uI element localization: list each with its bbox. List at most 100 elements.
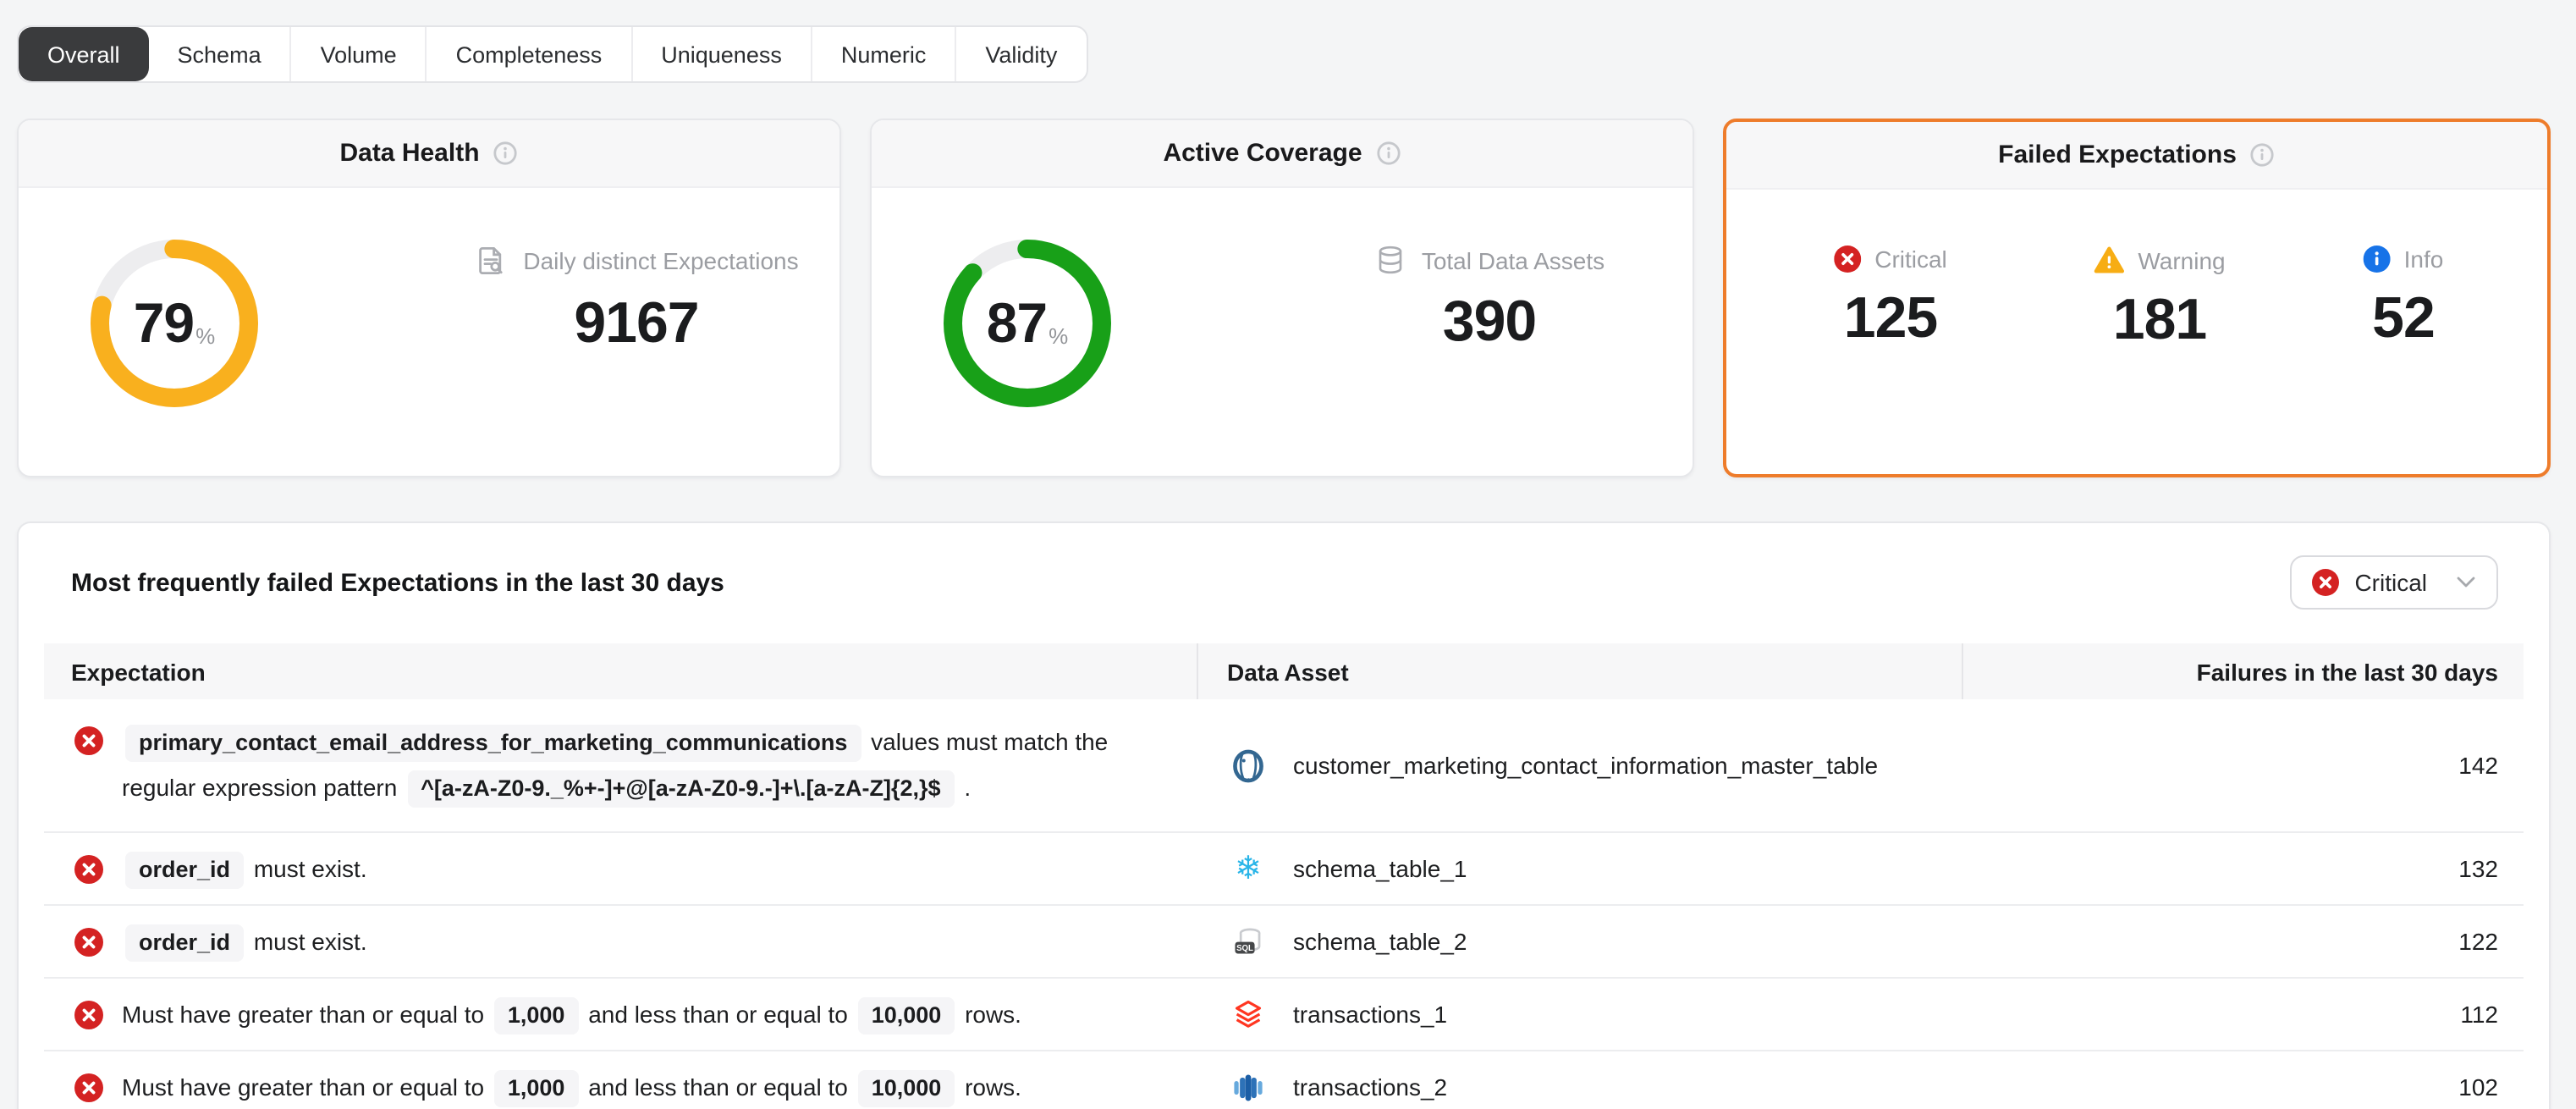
stat-value: 181 (2113, 288, 2206, 354)
column-name-chip: order_id (125, 924, 244, 961)
expectation-description: order_id must exist. (122, 919, 384, 964)
table-row[interactable]: order_id must exist. SQL schema_table_2 … (44, 904, 2524, 977)
value-chip: 10,000 (858, 996, 955, 1034)
table-row[interactable]: Must have greater than or equal to 1,000… (44, 1050, 2524, 1109)
table-row[interactable]: primary_contact_email_address_for_market… (44, 699, 2524, 831)
failures-cell: 112 (1962, 979, 2524, 1050)
data-asset-name: transactions_2 (1293, 1073, 1447, 1101)
data-asset-name: customer_marketing_contact_information_m… (1293, 752, 1878, 779)
database-icon (1374, 244, 1406, 276)
redshift-icon (1230, 1069, 1266, 1105)
failed-expectations-header: Failed Expectations (1726, 122, 2547, 190)
data-asset-cell: transactions_2 (1197, 1051, 1962, 1109)
data-asset-cell: transactions_1 (1197, 979, 1962, 1050)
critical-icon (74, 1000, 103, 1029)
tab-numeric[interactable]: Numeric (811, 27, 955, 81)
active-coverage-card: Active Coverage 87 % (870, 119, 1694, 477)
column-header-expectation: Expectation (44, 643, 1197, 699)
total-data-assets-stat: Total Data Assets 390 (1286, 244, 1693, 356)
failures-cell: 102 (1962, 1051, 2524, 1109)
table-row[interactable]: order_id must exist. ❄ schema_table_1 13… (44, 831, 2524, 904)
tab-schema[interactable]: Schema (149, 27, 290, 81)
data-asset-cell: customer_marketing_contact_information_m… (1197, 699, 1962, 831)
critical-icon (74, 1073, 103, 1101)
card-title: Active Coverage (1163, 139, 1362, 168)
failures-cell: 122 (1962, 906, 2524, 977)
stat-label-row: Warning (2094, 246, 2225, 274)
stat-label-row: Total Data Assets (1374, 244, 1604, 276)
critical-stat: Critical 125 (1834, 246, 1947, 352)
stat-value: 9167 (574, 291, 698, 357)
value-chip: 1,000 (494, 1069, 579, 1106)
severity-filter-dropdown[interactable]: Critical (2290, 555, 2498, 610)
stat-label: Critical (1874, 246, 1947, 273)
gauge-value: 79 % (90, 239, 259, 408)
section-title: Most frequently failed Expectations in t… (71, 568, 724, 597)
stat-label-row: Critical (1834, 246, 1947, 273)
info-icon[interactable] (493, 141, 519, 166)
data-health-header: Data Health (19, 120, 839, 188)
data-health-body: 79 % (19, 188, 839, 476)
snowflake-icon: ❄ (1230, 851, 1266, 886)
value-chip: 10,000 (858, 1069, 955, 1106)
column-name-chip: order_id (125, 851, 244, 888)
stat-label: Info (2404, 246, 2444, 273)
metric-tabs: Overall Schema Volume Completeness Uniqu… (17, 25, 1087, 83)
active-coverage-body: 87 % Total Data Assets (872, 188, 1693, 476)
tab-volume[interactable]: Volume (290, 27, 426, 81)
column-name-chip: primary_contact_email_address_for_market… (125, 725, 861, 762)
daily-expectations-stat: Daily distinct Expectations 9167 (433, 244, 839, 357)
kpi-cards-row: Data Health 79 % (17, 119, 2551, 477)
stat-label-row: Daily distinct Expectations (474, 244, 798, 278)
stat-value: 125 (1844, 286, 1937, 352)
gauge-percent-sign: % (1049, 323, 1068, 349)
expectation-description: Must have greater than or equal to 1,000… (122, 991, 1038, 1037)
expectation-cell: order_id must exist. (44, 906, 1197, 977)
stat-label: Daily distinct Expectations (523, 247, 798, 274)
failed-expectations-card: Failed Expectations Critical 125 (1723, 119, 2551, 477)
stat-label-row: Info (2364, 246, 2444, 273)
data-asset-cell: SQL schema_table_2 (1197, 906, 1962, 977)
table-toolbar: Most frequently failed Expectations in t… (71, 523, 2498, 642)
warning-icon (2094, 246, 2124, 274)
card-title: Failed Expectations (1998, 141, 2237, 169)
failures-cell: 142 (1962, 699, 2524, 831)
chevron-down-icon (2456, 576, 2476, 589)
expectation-cell: Must have greater than or equal to 1,000… (44, 979, 1197, 1050)
gauge-number: 79 (134, 291, 194, 356)
stat-value: 52 (2372, 286, 2435, 352)
data-asset-name: schema_table_1 (1293, 855, 1467, 882)
expectation-cell: Must have greater than or equal to 1,000… (44, 1051, 1197, 1109)
critical-icon (74, 726, 103, 755)
expectation-cell: order_id must exist. (44, 833, 1197, 904)
failed-expectations-body: Critical 125 Warning 181 (1726, 190, 2547, 477)
failed-expectations-table-card: Most frequently failed Expectations in t… (17, 521, 2551, 1109)
info-icon[interactable] (2250, 142, 2276, 168)
data-health-card: Data Health 79 % (17, 119, 841, 477)
data-health-gauge: 79 % (90, 239, 259, 408)
expectation-description: primary_contact_email_address_for_market… (122, 720, 1197, 811)
table-row[interactable]: Must have greater than or equal to 1,000… (44, 977, 2524, 1050)
info-filled-icon (2364, 246, 2391, 273)
active-coverage-gauge: 87 % (943, 239, 1112, 408)
critical-icon (74, 854, 103, 883)
regex-pattern-chip: ^[a-zA-Z0-9._%+-]+@[a-zA-Z0-9.-]+\.[a-zA… (407, 770, 954, 808)
svg-text:SQL: SQL (1236, 943, 1253, 952)
info-icon[interactable] (1376, 141, 1401, 166)
gauge-percent-sign: % (195, 323, 215, 349)
tab-overall[interactable]: Overall (19, 27, 149, 81)
gauge-value: 87 % (943, 239, 1112, 408)
tab-uniqueness[interactable]: Uniqueness (630, 27, 811, 81)
tab-completeness[interactable]: Completeness (426, 27, 631, 81)
severity-filter-value: Critical (2354, 569, 2427, 596)
critical-icon (74, 927, 103, 956)
expectation-description: Must have greater than or equal to 1,000… (122, 1064, 1038, 1109)
critical-icon (1834, 246, 1861, 273)
table-header: Expectation Data Asset Failures in the l… (44, 643, 2524, 699)
data-asset-name: transactions_1 (1293, 1001, 1447, 1028)
tab-validity[interactable]: Validity (955, 27, 1086, 81)
critical-icon (2312, 569, 2339, 596)
gauge-number: 87 (987, 291, 1047, 356)
postgresql-icon (1230, 748, 1266, 783)
data-asset-cell: ❄ schema_table_1 (1197, 833, 1962, 904)
